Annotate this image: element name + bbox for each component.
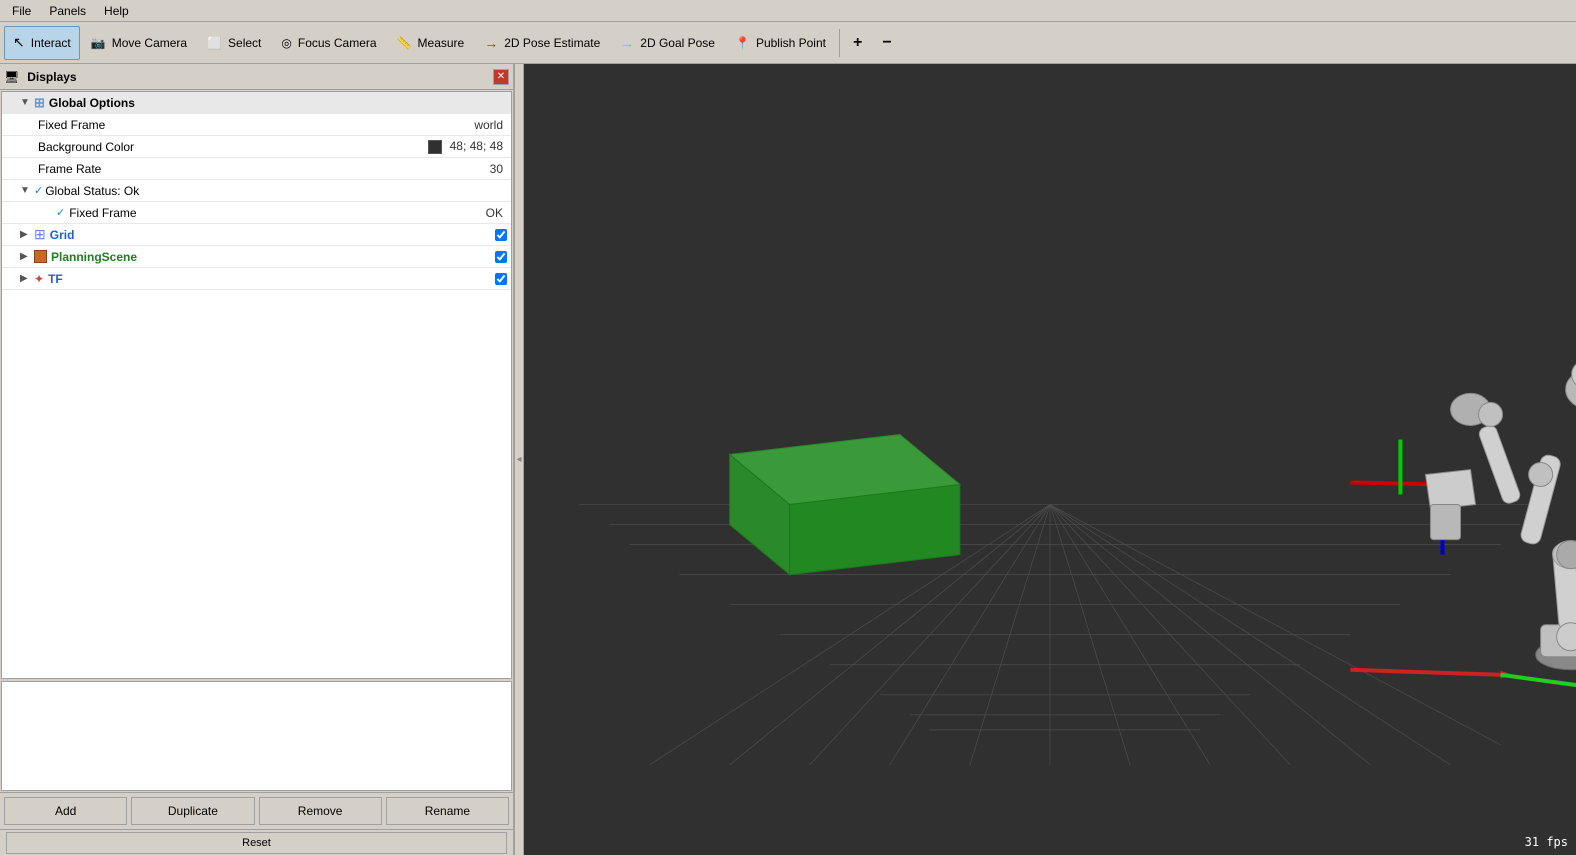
rename-button[interactable]: Rename	[386, 797, 509, 825]
global-status-row[interactable]: ▼ ✓ Global Status: Ok	[2, 180, 511, 202]
fps-counter: 31 fps	[1525, 835, 1568, 849]
zoom-in-button[interactable]: +	[844, 26, 871, 60]
2d-goal-button[interactable]: → 2D Goal Pose	[611, 26, 724, 60]
plus-icon: +	[853, 34, 862, 52]
zoom-out-button[interactable]: −	[873, 26, 900, 60]
camera-icon: 📷	[91, 36, 106, 50]
measure-button[interactable]: 📏 Measure	[388, 26, 474, 60]
2d-pose-label: 2D Pose Estimate	[504, 36, 600, 50]
statusbar: Reset	[0, 829, 513, 855]
background-color-value: 48; 48; 48	[428, 139, 507, 154]
menubar: File Panels Help	[0, 0, 1576, 22]
frame-rate-row: Frame Rate 30	[2, 158, 511, 180]
move-camera-label: Move Camera	[112, 36, 187, 50]
expand-grid[interactable]: ▶	[20, 229, 34, 240]
background-color-text: 48; 48; 48	[450, 139, 503, 153]
status-checkmark: ✓	[56, 206, 65, 219]
viewport[interactable]: 31 fps	[524, 64, 1576, 855]
left-panel: 🖥 Displays ✕ ▼ ⊞ Global Options Fixed Fr…	[0, 64, 514, 855]
minus-icon: −	[882, 34, 891, 52]
toolbar-separator	[839, 29, 840, 57]
panel-title: Displays	[23, 70, 493, 84]
focus-camera-label: Focus Camera	[298, 36, 377, 50]
frame-rate-value: 30	[490, 162, 507, 176]
publish-point-button[interactable]: 📍 Publish Point	[726, 26, 835, 60]
panel-close-button[interactable]: ✕	[493, 69, 509, 85]
pose2d-icon: →	[484, 35, 498, 51]
status-fixed-frame-label: Fixed Frame	[69, 206, 485, 220]
displays-icon: 🖥	[4, 70, 19, 84]
displays-tree: ▼ ⊞ Global Options Fixed Frame world Bac…	[1, 91, 512, 679]
bottom-buttons: Add Duplicate Remove Rename	[0, 792, 513, 829]
panel-header: 🖥 Displays ✕	[0, 64, 513, 90]
select-label: Select	[228, 36, 261, 50]
grid-row[interactable]: ▶ ⊞ Grid	[2, 224, 511, 246]
remove-button[interactable]: Remove	[259, 797, 382, 825]
tf-row[interactable]: ▶ ✦ TF	[2, 268, 511, 290]
fixed-frame-value: world	[474, 118, 507, 132]
tf-icon: ✦	[34, 272, 44, 286]
publish-icon: 📍	[735, 36, 750, 50]
planning-scene-label: PlanningScene	[51, 250, 495, 264]
expand-planning-scene[interactable]: ▶	[20, 251, 34, 262]
global-options-label: Global Options	[49, 96, 507, 110]
focus-camera-button[interactable]: ◎ Focus Camera	[272, 26, 385, 60]
viewport-scene	[524, 64, 1576, 855]
goal2d-icon: →	[620, 35, 634, 51]
background-color-label: Background Color	[38, 140, 428, 154]
tf-checkbox[interactable]	[495, 273, 507, 285]
menu-file[interactable]: File	[4, 2, 39, 20]
global-status-label: Global Status: Ok	[45, 184, 507, 198]
expand-global-options[interactable]: ▼	[20, 97, 34, 108]
global-status-check: ✓	[34, 184, 43, 197]
2d-goal-label: 2D Goal Pose	[640, 36, 715, 50]
status-fixed-frame-value: OK	[486, 206, 507, 220]
toolbar: ↖ Interact 📷 Move Camera ⬜ Select ◎ Focu…	[0, 22, 1576, 64]
add-button[interactable]: Add	[4, 797, 127, 825]
select-icon: ⬜	[207, 36, 222, 50]
resize-handle[interactable]: ◂	[514, 64, 524, 855]
publish-point-label: Publish Point	[756, 36, 826, 50]
menu-panels[interactable]: Panels	[41, 2, 94, 20]
global-options-icon: ⊞	[34, 95, 45, 111]
interact-button[interactable]: ↖ Interact	[4, 26, 80, 60]
grid-checkbox[interactable]	[495, 229, 507, 241]
duplicate-button[interactable]: Duplicate	[131, 797, 254, 825]
main-area: 🖥 Displays ✕ ▼ ⊞ Global Options Fixed Fr…	[0, 64, 1576, 855]
interact-label: Interact	[31, 36, 71, 50]
measure-icon: 📏	[397, 36, 412, 50]
expand-global-status[interactable]: ▼	[20, 185, 34, 196]
expand-tf[interactable]: ▶	[20, 273, 34, 284]
2d-pose-button[interactable]: → 2D Pose Estimate	[475, 26, 609, 60]
interact-icon: ↖	[13, 34, 25, 51]
fixed-frame-label: Fixed Frame	[38, 118, 474, 132]
reset-button[interactable]: Reset	[6, 832, 507, 854]
planning-scene-row[interactable]: ▶ PlanningScene	[2, 246, 511, 268]
background-color-swatch	[428, 140, 442, 154]
planning-icon	[34, 250, 47, 263]
grid-display-icon: ⊞	[34, 226, 46, 243]
fixed-frame-row: Fixed Frame world	[2, 114, 511, 136]
move-camera-button[interactable]: 📷 Move Camera	[82, 26, 196, 60]
planning-scene-checkbox[interactable]	[495, 251, 507, 263]
frame-rate-label: Frame Rate	[38, 162, 490, 176]
global-options-row[interactable]: ▼ ⊞ Global Options	[2, 92, 511, 114]
tf-label: TF	[48, 272, 495, 286]
grid-label: Grid	[50, 228, 495, 242]
background-color-row: Background Color 48; 48; 48	[2, 136, 511, 158]
select-button[interactable]: ⬜ Select	[198, 26, 270, 60]
menu-help[interactable]: Help	[96, 2, 137, 20]
measure-label: Measure	[418, 36, 465, 50]
focus-icon: ◎	[281, 36, 291, 50]
status-fixed-frame-row: ✓ Fixed Frame OK	[2, 202, 511, 224]
bottom-area	[1, 681, 512, 791]
